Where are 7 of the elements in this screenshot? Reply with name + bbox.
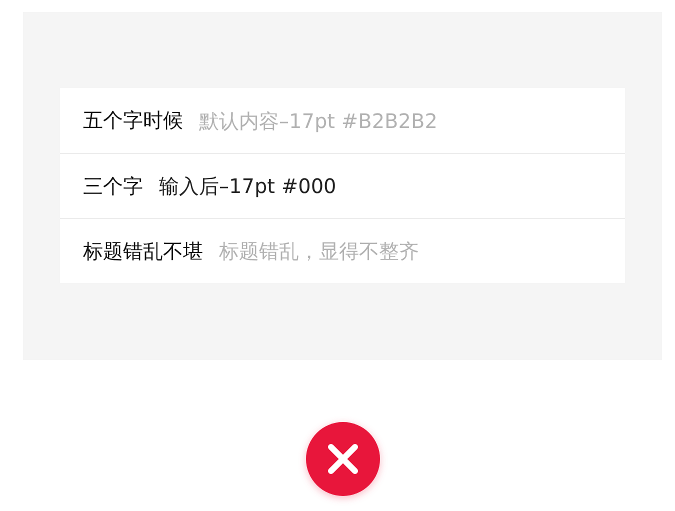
input-field[interactable]: 默认内容–17pt #B2B2B2 [199,108,539,132]
field-label: 五个字时候 [83,107,183,134]
cross-icon [304,420,382,498]
field-label: 标题错乱不堪 [83,238,203,264]
input-field[interactable]: 标题错乱，显得不整齐 [219,239,559,263]
field-label: 三个字 [83,172,143,200]
input-field[interactable]: 输入后–17pt #000 [159,174,499,198]
